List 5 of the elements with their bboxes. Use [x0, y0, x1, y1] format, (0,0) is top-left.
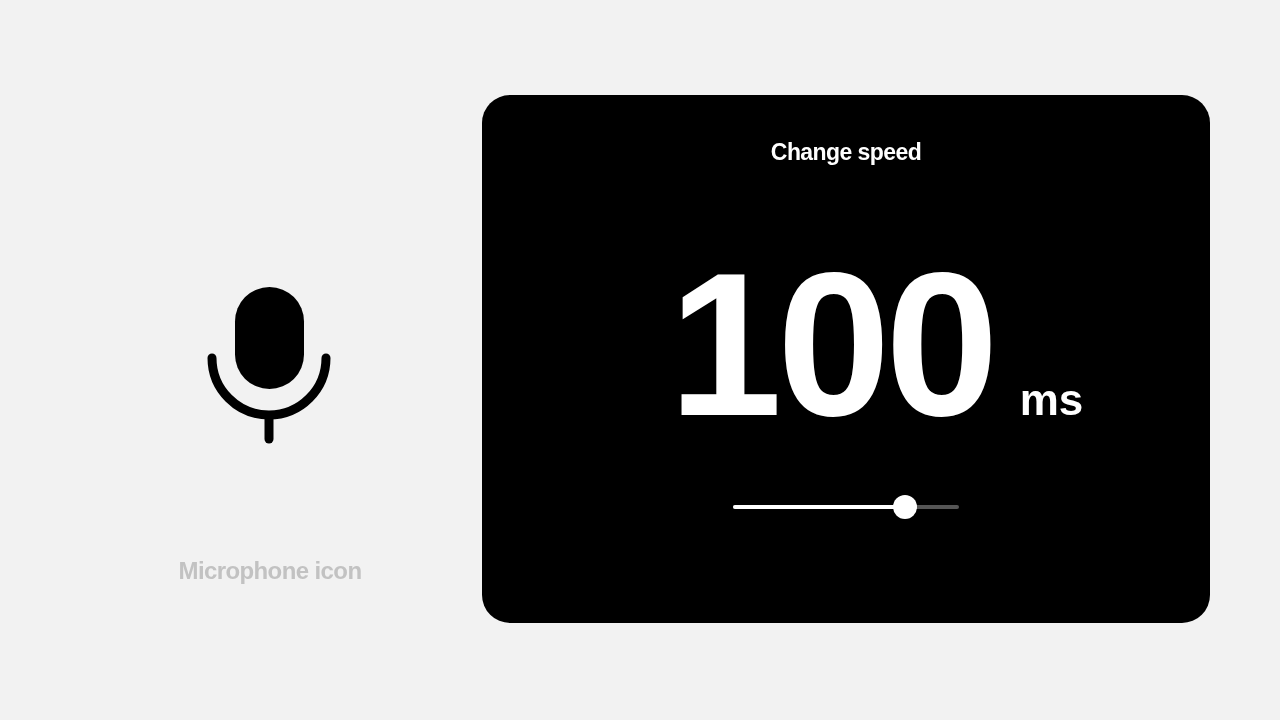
speed-unit: ms: [1019, 377, 1084, 422]
speed-value: 100: [668, 241, 994, 446]
slider-thumb[interactable]: [892, 494, 917, 519]
speed-slider[interactable]: [733, 493, 959, 520]
card-title: Change speed: [770, 138, 922, 167]
